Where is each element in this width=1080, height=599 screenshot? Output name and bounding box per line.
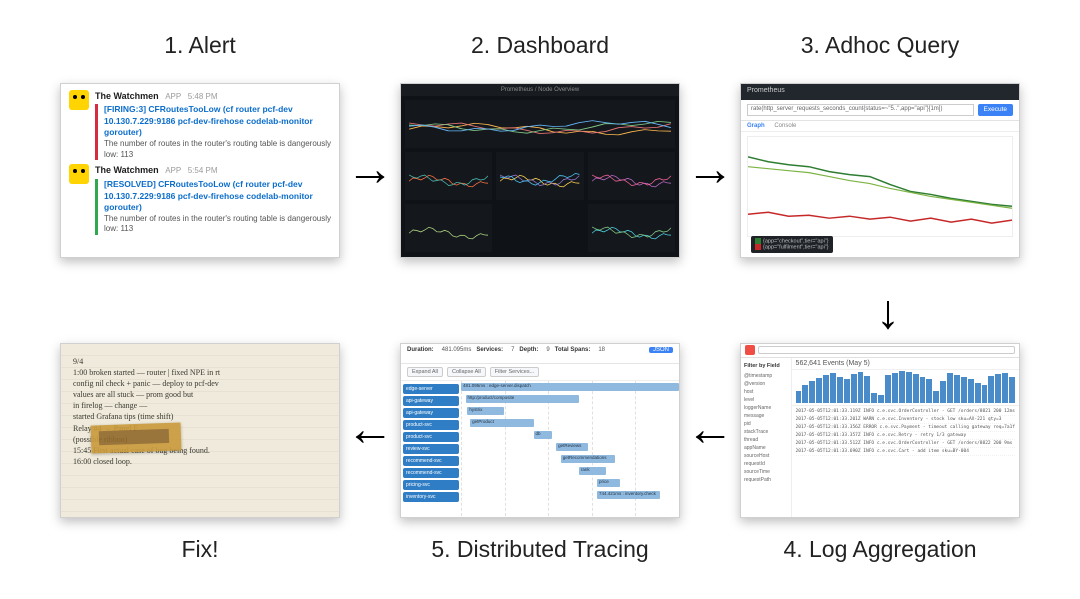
- trace-service[interactable]: inventory-svc: [403, 492, 459, 502]
- arrow-right-icon: →: [346, 146, 394, 194]
- log-line[interactable]: 2017-05-05T12:01:33.356Z ERROR c.e.svc.P…: [796, 424, 1015, 432]
- logs-field[interactable]: message: [744, 412, 788, 420]
- dashboard-chart: [405, 100, 675, 148]
- step-4-label: 4. Log Aggregation: [740, 530, 1020, 563]
- log-line[interactable]: 2017-05-05T12:01:33.357Z INFO c.e.svc.Re…: [796, 432, 1015, 440]
- log-line[interactable]: 2017-05-05T12:01:33.201Z WARN c.e.svc.In…: [796, 416, 1015, 424]
- trace-span[interactable]: db: [534, 431, 552, 439]
- handwriting-line: in firelog — change —: [73, 400, 327, 411]
- logs-field[interactable]: thread: [744, 436, 788, 444]
- step-2-label: 2. Dashboard: [400, 32, 680, 59]
- collapse-all-button[interactable]: Collapse All: [447, 367, 486, 377]
- handwriting-line: 9/4: [73, 356, 327, 367]
- dashboard-chart: [405, 204, 492, 252]
- query-input[interactable]: rate(http_server_requests_seconds_count{…: [747, 104, 974, 116]
- trace-service[interactable]: recommend-svc: [403, 468, 459, 478]
- dashboard-title: Prometheus / Node Overview: [401, 84, 679, 96]
- trace-service[interactable]: pricing-svc: [403, 480, 459, 490]
- dashboard-chart: [588, 204, 675, 252]
- trace-service[interactable]: product-svc: [403, 432, 459, 442]
- tape-icon: [91, 422, 182, 453]
- trace-service[interactable]: recommend-svc: [403, 456, 459, 466]
- query-legend: {app="checkout",tier="api"} {app="fulfil…: [751, 236, 833, 253]
- watchmen-avatar-icon: [69, 90, 89, 110]
- logs-search[interactable]: [758, 346, 1015, 354]
- log-line[interactable]: 2017-05-05T12:01:33.512Z INFO c.e.svc.Or…: [796, 440, 1015, 448]
- trace-span[interactable]: 744.421ms : inventory.check: [597, 491, 660, 499]
- trace-panel: Duration:481.095ms Services:7 Depth:9 To…: [400, 343, 680, 518]
- tab-console[interactable]: Console: [774, 123, 796, 129]
- trace-span[interactable]: getRecommendations: [561, 455, 615, 463]
- logs-field[interactable]: level: [744, 396, 788, 404]
- logs-field[interactable]: loggerName: [744, 404, 788, 412]
- log-line[interactable]: 2017-05-05T12:01:33.690Z INFO c.e.svc.Ca…: [796, 448, 1015, 456]
- logs-sidebar-header: Filter by Field: [744, 362, 788, 370]
- step-5-label: 5. Distributed Tracing: [400, 530, 680, 563]
- logs-field[interactable]: @version: [744, 380, 788, 388]
- logs-field[interactable]: stackTrace: [744, 428, 788, 436]
- arrow-left-icon: ←: [346, 406, 394, 454]
- dashboard-panel: Prometheus / Node Overview: [400, 83, 680, 258]
- step-fix-label: Fix!: [60, 530, 340, 563]
- logs-hits: 562,641 Events (May 5): [792, 358, 1019, 370]
- log-line[interactable]: 2017-05-05T12:01:33.119Z INFO c.e.svc.Or…: [796, 408, 1015, 416]
- trace-span[interactable]: http:/product/composite: [466, 395, 579, 403]
- kibana-logo-icon: [745, 345, 755, 355]
- query-brand: Prometheus: [741, 84, 1019, 100]
- handwriting-line: 16:00 closed loop.: [73, 456, 327, 467]
- arrow-left-icon: ←: [686, 406, 734, 454]
- alert-resolved: [RESOLVED] CFRoutesTooLow (cf router pcf…: [95, 179, 331, 235]
- logs-panel: Filter by Field @timestamp@versionhostle…: [740, 343, 1020, 518]
- trace-service[interactable]: api-gateway: [403, 396, 459, 406]
- tab-graph[interactable]: Graph: [747, 123, 765, 129]
- json-badge[interactable]: JSON: [649, 347, 673, 353]
- trace-service[interactable]: api-gateway: [403, 408, 459, 418]
- trace-span[interactable]: getProduct: [470, 419, 533, 427]
- query-panel: Prometheus rate(http_server_requests_sec…: [740, 83, 1020, 258]
- fix-panel: 9/41:00 broken started — router | fixed …: [60, 343, 340, 518]
- logs-field[interactable]: host: [744, 388, 788, 396]
- dashboard-chart: [496, 152, 583, 200]
- query-tabs: Graph Console: [741, 121, 1019, 132]
- alert-sender: The Watchmen APP 5:48 PM: [95, 90, 331, 103]
- trace-span[interactable]: 481.095ms : edge-server.dispatch: [461, 383, 679, 391]
- expand-all-button[interactable]: Expand All: [407, 367, 443, 377]
- logs-histogram: [792, 370, 1019, 406]
- logs-field[interactable]: @timestamp: [744, 372, 788, 380]
- trace-header: Duration:481.095ms Services:7 Depth:9 To…: [401, 344, 679, 364]
- logs-field[interactable]: pid: [744, 420, 788, 428]
- handwriting-line: values are all stuck — prom good but: [73, 389, 327, 400]
- trace-span[interactable]: rank: [579, 467, 606, 475]
- trace-span[interactable]: hystrix: [467, 407, 503, 415]
- dashboard-chart: [588, 152, 675, 200]
- trace-span[interactable]: price: [597, 479, 620, 487]
- trace-span[interactable]: getReviews: [556, 443, 588, 451]
- trace-service[interactable]: review-svc: [403, 444, 459, 454]
- handwriting-line: started Grafana tips (time shift): [73, 411, 327, 422]
- step-3-label: 3. Adhoc Query: [740, 32, 1020, 59]
- logs-field[interactable]: sourceTime: [744, 468, 788, 476]
- arrow-right-icon: →: [686, 146, 734, 194]
- handwriting-line: 1:00 broken started — router | fixed NPE…: [73, 367, 327, 378]
- logs-field[interactable]: sourceHost: [744, 452, 788, 460]
- logs-field[interactable]: requestId: [744, 460, 788, 468]
- filter-services-input[interactable]: Filter Services...: [490, 367, 539, 377]
- trace-service[interactable]: product-svc: [403, 420, 459, 430]
- arrow-down-icon: ↓: [876, 285, 900, 340]
- alert-sender-2: The Watchmen APP 5:54 PM: [95, 164, 331, 177]
- alert-firing: [FIRING:3] CFRoutesTooLow (cf router pcf…: [95, 104, 331, 160]
- handwriting-line: config nil check + panic — deploy to pcf…: [73, 378, 327, 389]
- trace-service[interactable]: edge-server: [403, 384, 459, 394]
- alert-panel: The Watchmen APP 5:48 PM [FIRING:3] CFRo…: [60, 83, 340, 258]
- logs-field[interactable]: appName: [744, 444, 788, 452]
- dashboard-chart: [405, 152, 492, 200]
- watchmen-avatar-icon: [69, 164, 89, 184]
- execute-button[interactable]: Execute: [978, 104, 1014, 116]
- logs-field[interactable]: requestPath: [744, 476, 788, 484]
- query-chart: [747, 136, 1013, 237]
- step-1-label: 1. Alert: [60, 32, 340, 59]
